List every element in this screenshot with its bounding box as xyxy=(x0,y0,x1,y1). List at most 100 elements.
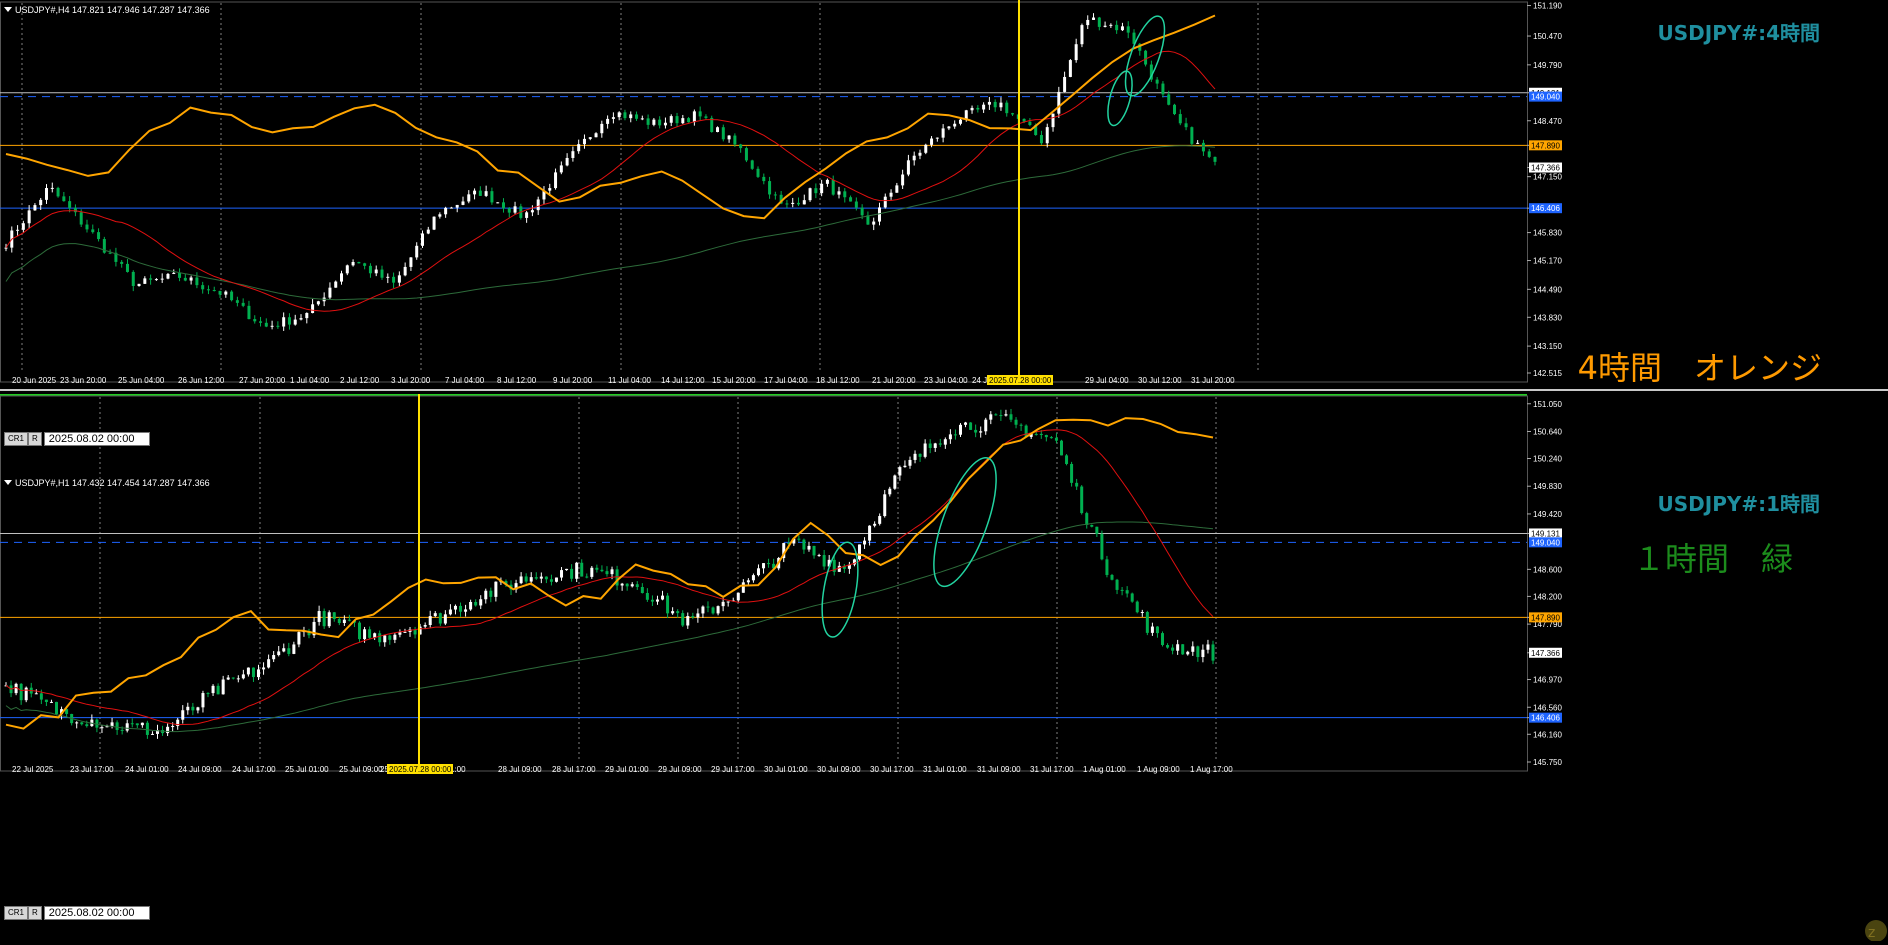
bottom-candle-body xyxy=(620,583,624,586)
bottom-candle-body xyxy=(549,579,553,582)
bottom-candle-body xyxy=(1090,525,1094,527)
top-candle-body xyxy=(681,118,685,124)
bottom-time-label: 29 Jul 01:00 xyxy=(605,765,649,774)
top-candle-body xyxy=(658,119,662,126)
top-candle-body xyxy=(299,318,303,320)
top-candle-body xyxy=(906,160,910,175)
bottom-time-label: 30 Jul 09:00 xyxy=(817,765,861,774)
bottom-candle-body xyxy=(903,465,907,468)
top-candle-body xyxy=(565,157,569,166)
cr1-button[interactable]: CR1 xyxy=(4,432,29,446)
bottom-symbol-info: USDJPY#,H1 147.432 147.454 147.287 147.3… xyxy=(15,478,210,488)
top-candle-body xyxy=(802,200,806,205)
top-time-label: 8 Jul 12:00 xyxy=(497,376,537,385)
bottom-candle-body xyxy=(19,683,23,701)
top-candle-body xyxy=(675,116,679,124)
top-candle-body xyxy=(849,197,853,202)
top-candle-body xyxy=(1155,79,1159,84)
top-candle-body xyxy=(1161,83,1165,95)
top-candle-body xyxy=(68,201,72,208)
top-candle-body xyxy=(473,190,477,195)
bottom-candle-body xyxy=(423,625,427,627)
bottom-candle-body xyxy=(676,611,680,614)
bottom-nav-box[interactable]: CR1 R 2025.08.02 00:00 xyxy=(4,906,150,920)
bottom-candle-body xyxy=(979,431,983,433)
bottom-candle-body xyxy=(721,601,725,607)
top-candle-body xyxy=(993,101,997,108)
top-candle-body xyxy=(490,191,494,203)
top-candle-body xyxy=(478,190,482,196)
top-candle-body xyxy=(154,279,158,281)
bottom-candle-body xyxy=(625,583,629,587)
bottom-candle-body xyxy=(554,577,558,582)
bottom-candle-body xyxy=(1049,437,1053,439)
bottom-time-label: 30 Jul 17:00 xyxy=(870,765,914,774)
top-candle-body xyxy=(293,319,297,325)
top-candle-body xyxy=(328,287,332,298)
bottom-candle-body xyxy=(216,685,220,695)
top-candle-body xyxy=(212,290,216,292)
top-nav-box[interactable]: CR1 R 2025.08.02 00:00 xyxy=(4,432,150,446)
bottom-candle-body xyxy=(388,635,392,640)
top-candle-body xyxy=(872,221,876,225)
cr1-button[interactable]: CR1 xyxy=(4,906,29,920)
top-candle-body xyxy=(455,204,459,208)
top-candle-body xyxy=(311,304,315,314)
bottom-time-label: 30 Jul 01:00 xyxy=(764,765,808,774)
top-candle-body xyxy=(409,257,413,267)
top-candle-body xyxy=(889,192,893,197)
bottom-candle-body xyxy=(1054,437,1058,441)
top-candle-body xyxy=(1213,156,1217,162)
top-price-tick-label: 145.170 xyxy=(1533,257,1562,266)
bottom-date-input[interactable]: 2025.08.02 00:00 xyxy=(43,906,150,920)
top-date-input[interactable]: 2025.08.02 00:00 xyxy=(43,432,150,446)
bottom-candle-body xyxy=(938,443,942,445)
bottom-price-tick-label: 149.420 xyxy=(1533,510,1562,519)
bottom-candle-body xyxy=(236,678,240,680)
bottom-candle-body xyxy=(378,633,382,643)
top-candle-body xyxy=(571,151,575,158)
bottom-candle-body xyxy=(49,701,53,703)
bottom-candle-body xyxy=(913,453,917,460)
top-candle-body xyxy=(958,119,962,124)
top-symbol-info: USDJPY#,H4 147.821 147.946 147.287 147.3… xyxy=(15,5,210,15)
top-price-label: 149.040 xyxy=(1531,93,1560,102)
bottom-candle-body xyxy=(1211,644,1215,661)
chart-canvas[interactable]: 151.190 150.470 149.790 149.131 148.470 147.8… xyxy=(0,0,1888,941)
r-button[interactable]: R xyxy=(28,906,42,920)
top-candle-body xyxy=(629,114,633,119)
top-candle-body xyxy=(166,273,170,279)
top-candle-body xyxy=(345,265,349,274)
bottom-candle-body xyxy=(923,443,927,457)
bottom-candle-body xyxy=(1034,433,1038,435)
top-time-label: 20 Jun 2025 xyxy=(12,376,57,385)
bottom-candle-body xyxy=(363,629,367,640)
bottom-candle-body xyxy=(327,612,331,627)
bottom-candle-body xyxy=(590,567,594,577)
top-candle-body xyxy=(224,291,228,295)
bottom-candle-body xyxy=(524,576,528,582)
top-candle-body xyxy=(449,207,453,209)
bottom-price-label: 146.406 xyxy=(1531,714,1560,723)
bottom-candle-body xyxy=(822,555,826,567)
bottom-candle-body xyxy=(1206,644,1210,650)
top-candle-body xyxy=(340,273,344,282)
top-candle-body xyxy=(420,233,424,246)
bottom-candle-body xyxy=(474,601,478,606)
bottom-candle-body xyxy=(368,629,372,638)
bottom-candle-body xyxy=(393,634,397,640)
bottom-candle-body xyxy=(1150,626,1154,633)
top-candle-body xyxy=(85,224,89,230)
bottom-candle-body xyxy=(383,635,387,643)
bottom-candle-body xyxy=(605,571,609,575)
top-candle-body xyxy=(554,172,558,189)
bottom-candle-body xyxy=(150,733,154,735)
bottom-price-tick-label: 145.750 xyxy=(1533,758,1562,767)
bottom-time-label: 25 Jul 01:00 xyxy=(285,765,329,774)
chart-container[interactable]: 151.190 150.470 149.790 149.131 148.470 147.8… xyxy=(0,0,1888,945)
bottom-candle-body xyxy=(681,613,685,626)
r-button[interactable]: R xyxy=(28,432,42,446)
top-candle-body xyxy=(241,302,245,306)
bottom-candle-body xyxy=(655,599,659,602)
bottom-candle-body xyxy=(797,538,801,540)
